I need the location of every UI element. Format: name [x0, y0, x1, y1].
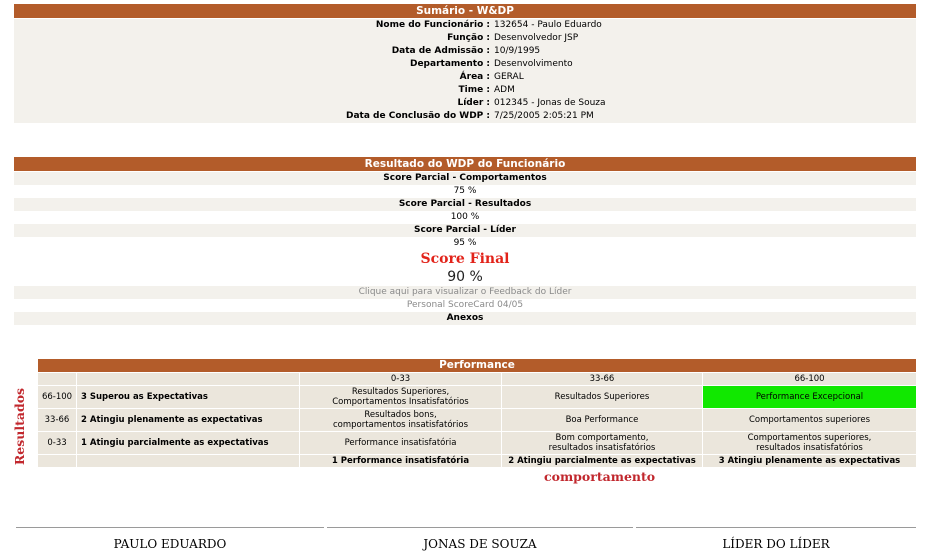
field-label: Função : [447, 33, 490, 43]
field-label: Departamento : [409, 59, 490, 69]
x-axis-label: comportamento [38, 469, 928, 484]
grid-cell-highlighted: Performance Excepcional [703, 386, 916, 408]
grid-cell: Performance insatisfatória [300, 432, 501, 454]
field-leader: Líder : 012345 - Jonas de Souza [14, 97, 916, 110]
x-axis-text: comportamento [544, 469, 656, 484]
signature-line [16, 527, 324, 528]
field-label: Data de Admissão : [391, 46, 490, 56]
field-value: 012345 - Jonas de Souza [494, 98, 606, 108]
grid-corner [38, 373, 76, 385]
field-value: Desenvolvimento [494, 59, 573, 69]
row-range: 0-33 [38, 432, 76, 454]
personal-scorecard-link[interactable]: Personal ScoreCard 04/05 [14, 299, 916, 312]
grid-cell: Comportamentos superiores [703, 409, 916, 431]
field-label: Data de Conclusão do WDP : [346, 111, 490, 121]
grid-cell: Bom comportamento, resultados insatisfat… [502, 432, 702, 454]
field-area: Área : GERAL [14, 71, 916, 84]
partial-behaviors-value: 75 % [14, 185, 916, 198]
field-admission-date: Data de Admissão : 10/9/1995 [14, 45, 916, 58]
row-range: 33-66 [38, 409, 76, 431]
signature-line [636, 527, 916, 528]
y-axis-text: Resultados [12, 387, 28, 465]
grid-cell: Boa Performance [502, 409, 702, 431]
row-label: 3 Superou as Expectativas [77, 386, 299, 408]
performance-header: Performance [38, 359, 916, 372]
partial-leader-label: Score Parcial - Líder [14, 224, 916, 237]
partial-leader-value: 95 % [14, 237, 916, 250]
partial-behaviors-label: Score Parcial - Comportamentos [14, 172, 916, 185]
signature-leader: JONAS DE SOUZA [423, 537, 537, 551]
signature-employee: PAULO EDUARDO [113, 537, 227, 551]
signature-line [327, 527, 633, 528]
signature-leader-of-leader: LÍDER DO LÍDER [722, 537, 830, 551]
field-value: GERAL [494, 72, 524, 82]
field-role: Função : Desenvolvedor JSP [14, 32, 916, 45]
grid-cell: Resultados Superiores, Comportamentos In… [300, 386, 501, 408]
summary-header: Sumário - W&DP [14, 4, 916, 18]
field-label: Líder : [457, 98, 490, 108]
grid-corner [77, 455, 299, 467]
row-range: 66-100 [38, 386, 76, 408]
field-label: Área : [459, 72, 490, 82]
grid-corner [38, 455, 76, 467]
field-label: Nome do Funcionário : [375, 20, 490, 30]
partial-results-label: Score Parcial - Resultados [14, 198, 916, 211]
result-header: Resultado do WDP do Funcionário [14, 157, 916, 171]
field-value: ADM [494, 85, 515, 95]
col-bottom-label: 3 Atingiu plenamente as expectativas [703, 455, 916, 467]
row-label: 2 Atingiu plenamente as expectativas [77, 409, 299, 431]
col-bottom-label: 2 Atingiu parcialmente as expectativas [502, 455, 702, 467]
col-bottom-label: 1 Performance insatisfatória [300, 455, 501, 467]
row-label: 1 Atingiu parcialmente as expectativas [77, 432, 299, 454]
field-employee-name: Nome do Funcionário : 132654 - Paulo Edu… [14, 19, 916, 32]
field-team: Time : ADM [14, 84, 916, 97]
field-completion-date: Data de Conclusão do WDP : 7/25/2005 2:0… [14, 110, 916, 123]
final-score-label: Score Final [420, 251, 510, 267]
field-label: Time : [458, 85, 490, 95]
field-value: 10/9/1995 [494, 46, 541, 56]
field-value: 132654 - Paulo Eduardo [494, 20, 602, 30]
y-axis-label: Resultados [9, 383, 31, 469]
final-score-value: 90 % [447, 269, 483, 285]
grid-cell: Resultados Superiores [502, 386, 702, 408]
attachments-link[interactable]: Anexos [14, 312, 916, 325]
field-department: Departamento : Desenvolvimento [14, 58, 916, 71]
grid-corner [77, 373, 299, 385]
field-value: Desenvolvedor JSP [494, 33, 579, 43]
col-range-0: 0-33 [300, 373, 501, 385]
field-value: 7/25/2005 2:05:21 PM [494, 111, 594, 121]
grid-cell: Comportamentos superiores, resultados in… [703, 432, 916, 454]
leader-feedback-link[interactable]: Clique aqui para visualizar o Feedback d… [14, 286, 916, 299]
grid-cell: Resultados bons, comportamentos insatisf… [300, 409, 501, 431]
col-range-1: 33-66 [502, 373, 702, 385]
col-range-2: 66-100 [703, 373, 916, 385]
partial-results-value: 100 % [14, 211, 916, 224]
